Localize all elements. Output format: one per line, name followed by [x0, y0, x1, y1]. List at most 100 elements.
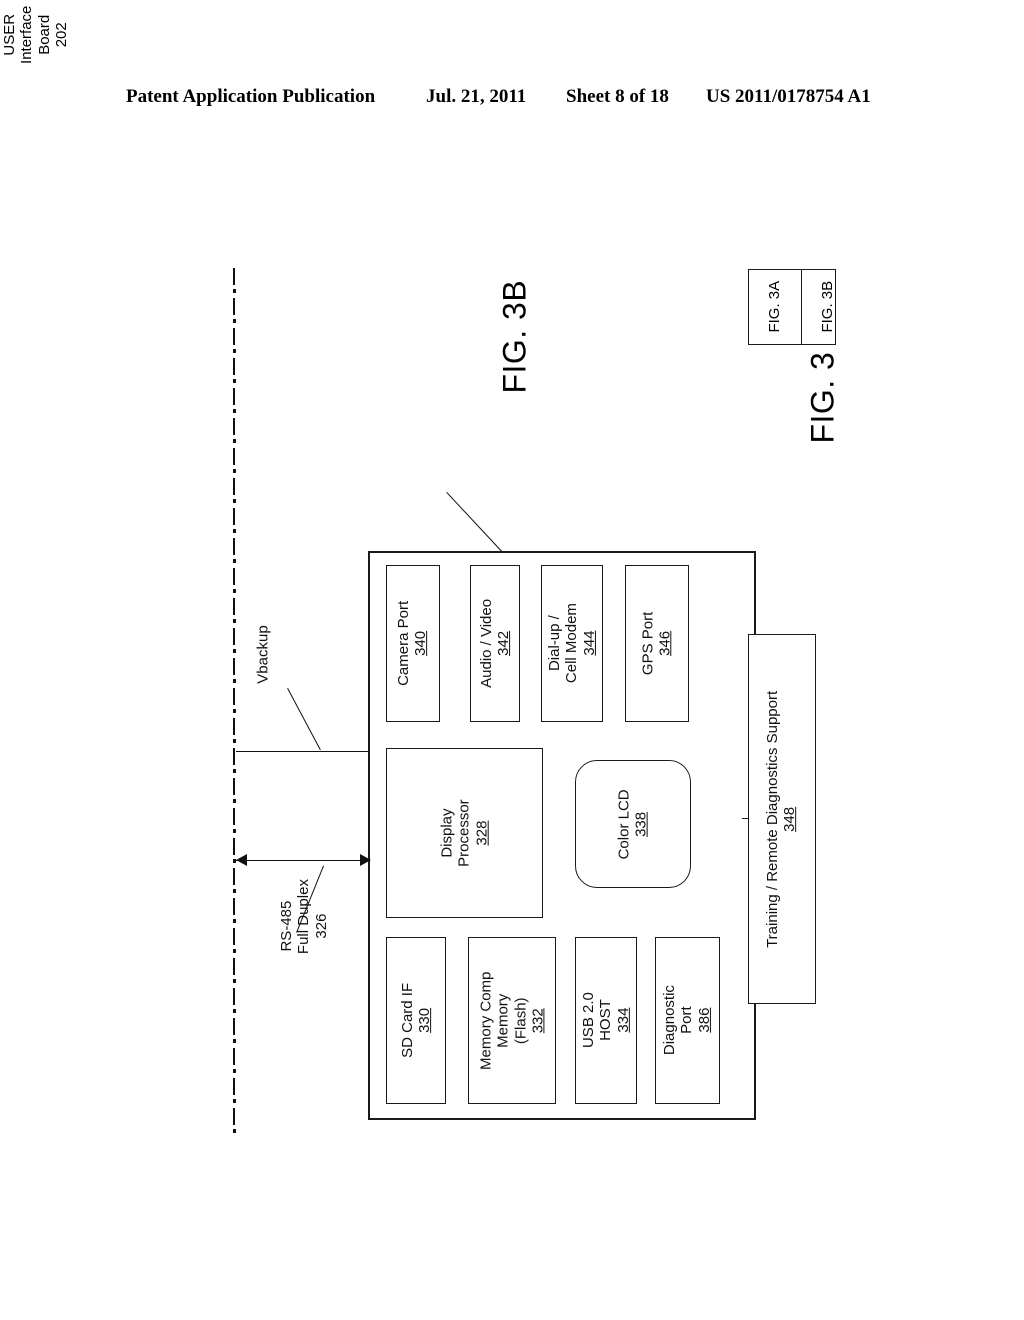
boundary-dot	[232, 739, 236, 743]
training-label: Training / Remote Diagnostics Support	[764, 690, 782, 948]
block-color-lcd-text: Color LCD 338	[616, 789, 651, 859]
vbackup-connector-line	[236, 751, 370, 752]
audio-video-label: Audio / Video	[477, 599, 495, 688]
boundary-dot	[232, 1009, 236, 1013]
memory-line3: (Flash)	[512, 997, 530, 1044]
figure-key-title-text: FIG. 3	[804, 351, 841, 444]
boundary-dash	[233, 508, 235, 525]
sheet-number: Sheet 8 of 18	[566, 86, 669, 107]
ui-board-line1: USER	[1, 13, 19, 56]
block-gps-port-text: GPS Port 346	[640, 612, 675, 675]
diagnostic-port-ref: 386	[696, 1007, 714, 1034]
block-audio-video: Audio / Video 342	[470, 565, 520, 722]
boundary-dash	[233, 598, 235, 615]
rs485-line1: RS-485	[277, 900, 295, 952]
figure-title: FIG. 3B	[470, 280, 560, 450]
boundary-dash	[233, 748, 235, 765]
sd-card-label: SD Card IF	[398, 982, 416, 1059]
boundary-dot	[232, 379, 236, 383]
boundary-dash	[233, 898, 235, 915]
boundary-dash	[233, 628, 235, 645]
block-audio-video-text: Audio / Video 342	[478, 599, 513, 688]
boundary-dot	[232, 439, 236, 443]
boundary-dot	[232, 1039, 236, 1043]
figure-key-label-3a: FIG. 3A	[766, 281, 784, 333]
rs485-arrow-left-icon	[236, 854, 247, 866]
boundary-dot	[232, 889, 236, 893]
figure-title-text: FIG. 3B	[496, 279, 533, 394]
boundary-dot	[232, 349, 236, 353]
camera-port-label: Camera Port	[395, 600, 413, 687]
camera-port-ref: 340	[413, 630, 430, 657]
boundary-dot	[232, 499, 236, 503]
boundary-dash	[233, 928, 235, 945]
sd-card-ref: 330	[416, 1007, 434, 1034]
block-modem-text: Dial-up / Cell Modem 344	[546, 603, 598, 683]
color-lcd-ref: 338	[633, 811, 650, 837]
block-dialup-cell-modem: Dial-up / Cell Modem 344	[541, 565, 603, 722]
boundary-dash	[233, 778, 235, 795]
rs485-line2: Full Duplex	[295, 879, 313, 955]
vbackup-leader-line	[287, 688, 321, 751]
gps-port-ref: 346	[657, 630, 675, 657]
boundary-dash	[233, 958, 235, 975]
block-diagnostic-port-text: Diagnostic Port 386	[661, 985, 713, 1055]
rs485-connector-line	[236, 860, 370, 861]
block-diagnostic-port: Diagnostic Port 386	[655, 937, 720, 1104]
boundary-dash	[233, 328, 235, 345]
boundary-dash	[233, 688, 235, 705]
boundary-dot	[232, 709, 236, 713]
boundary-dot	[232, 649, 236, 653]
vbackup-label: Vbackup	[248, 625, 278, 744]
boundary-dot	[232, 619, 236, 623]
memory-ref: 332	[529, 1007, 547, 1034]
boundary-dash	[233, 658, 235, 675]
modem-label-line1: Dial-up /	[545, 615, 563, 672]
boundary-dash	[233, 358, 235, 375]
gps-port-label: GPS Port	[639, 611, 657, 676]
boundary-dot	[232, 529, 236, 533]
patent-number: US 2011/0178754 A1	[706, 86, 871, 107]
rs485-label-text: RS-485 Full Duplex 326	[277, 879, 330, 954]
diagnostic-port-line1: Diagnostic	[661, 985, 679, 1056]
block-display-processor-text: Display Processor 328	[438, 799, 490, 867]
modem-label-line2: Cell Modem	[563, 603, 581, 684]
boundary-dash	[233, 538, 235, 555]
publication-date: Jul. 21, 2011	[426, 86, 527, 107]
boundary-dash	[233, 388, 235, 405]
boundary-dot	[232, 679, 236, 683]
usb-host-ref: 334	[614, 1007, 632, 1034]
boundary-dot	[232, 1099, 236, 1103]
boundary-dot	[232, 769, 236, 773]
block-sd-card-text: SD Card IF 330	[399, 983, 434, 1058]
boundary-dash	[233, 718, 235, 735]
boundary-dot	[232, 409, 236, 413]
block-memory-flash: Memory Comp Memory (Flash) 332	[468, 937, 556, 1104]
publication-label: Patent Application Publication	[126, 86, 376, 107]
boundary-dash	[233, 298, 235, 315]
boundary-dash	[233, 868, 235, 885]
boundary-dot	[232, 829, 236, 833]
block-sd-card-if: SD Card IF 330	[386, 937, 446, 1104]
boundary-dash	[233, 418, 235, 435]
vbackup-label-text: Vbackup	[254, 625, 272, 684]
boundary-dash	[233, 1108, 235, 1125]
rs485-arrow-right-icon	[360, 854, 371, 866]
block-memory-text: Memory Comp Memory (Flash) 332	[477, 971, 547, 1069]
boundary-dash	[233, 268, 235, 285]
boundary-dash	[233, 808, 235, 825]
boundary-dot	[232, 1069, 236, 1073]
block-gps-port: GPS Port 346	[625, 565, 689, 722]
block-usb-host-text: USB 2.0 HOST 334	[580, 993, 632, 1049]
display-processor-line1: Display	[438, 808, 456, 858]
display-processor-ref: 328	[473, 820, 491, 846]
user-interface-board-label-text: USER Interface Board 202	[1, 0, 71, 71]
boundary-dash	[233, 448, 235, 465]
ui-board-ref: 202	[53, 22, 71, 48]
boundary-dot	[232, 859, 236, 863]
page-header: Patent Application Publication Jul. 21, …	[0, 86, 1024, 116]
boundary-dot	[232, 949, 236, 953]
block-usb-host: USB 2.0 HOST 334	[575, 937, 637, 1104]
training-ref: 348	[782, 806, 800, 832]
boundary-dot	[232, 469, 236, 473]
